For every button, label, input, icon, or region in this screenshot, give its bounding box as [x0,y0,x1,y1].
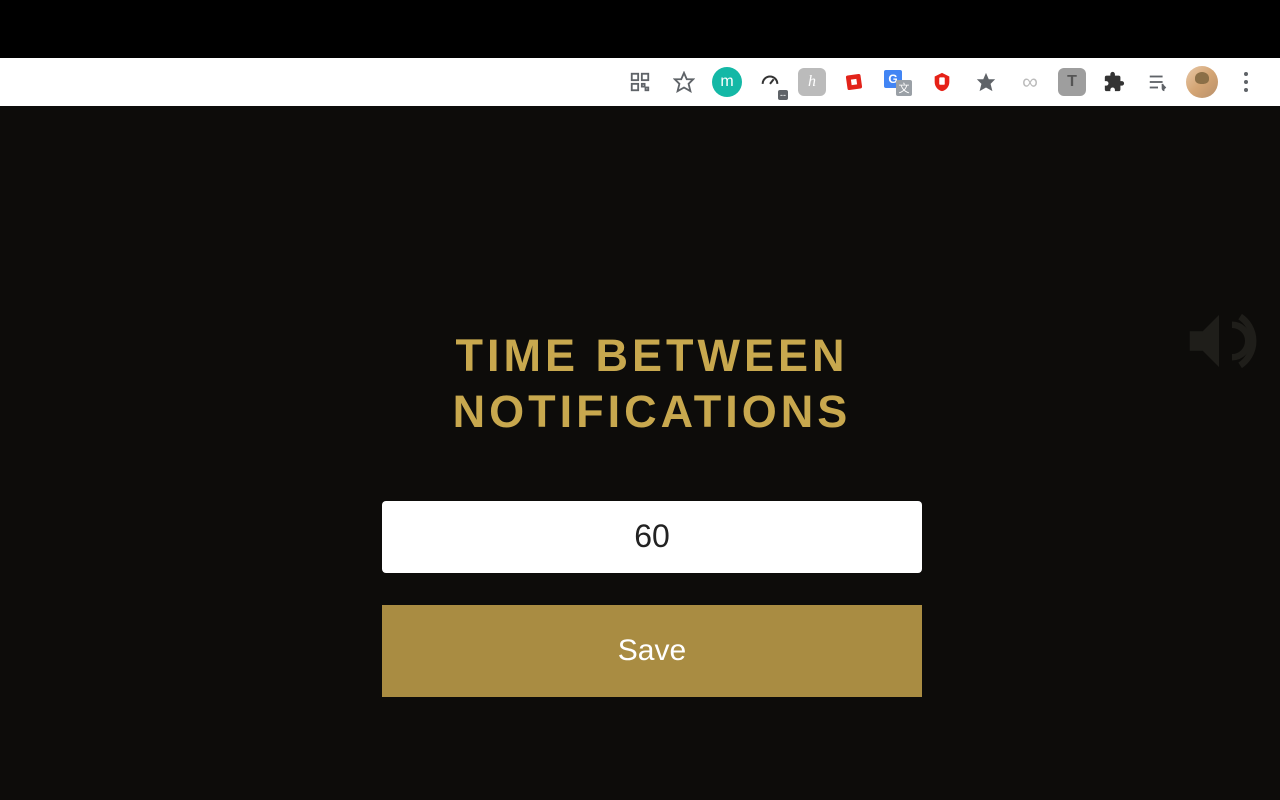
extension-speedometer-icon[interactable]: -- [754,66,786,98]
popup-heading: TIME BETWEEN NOTIFICATIONS [453,328,852,441]
extension-translate-icon[interactable]: G 文 [882,66,914,98]
qr-icon[interactable] [624,66,656,98]
profile-avatar[interactable] [1186,66,1218,98]
save-button[interactable]: Save [382,605,922,697]
speaker-icon [1180,302,1258,385]
extensions-puzzle-icon[interactable] [1098,66,1130,98]
extension-t-icon[interactable]: T [1058,68,1086,96]
extension-popup: TIME BETWEEN NOTIFICATIONS Save [272,106,1032,800]
reading-list-icon[interactable] [1142,66,1174,98]
browser-menu-icon[interactable] [1230,66,1262,98]
extension-honey-icon[interactable]: h [798,68,826,96]
extension-roblox-icon[interactable] [836,64,872,100]
extension-adblock-icon[interactable] [926,66,958,98]
browser-toolbar: m -- h G 文 ∞ T [0,58,1280,106]
extension-star-icon[interactable] [970,66,1002,98]
bookmark-star-icon[interactable] [668,66,700,98]
extension-m-icon[interactable]: m [712,67,742,97]
interval-input[interactable] [382,501,922,573]
extension-infinity-icon[interactable]: ∞ [1014,66,1046,98]
